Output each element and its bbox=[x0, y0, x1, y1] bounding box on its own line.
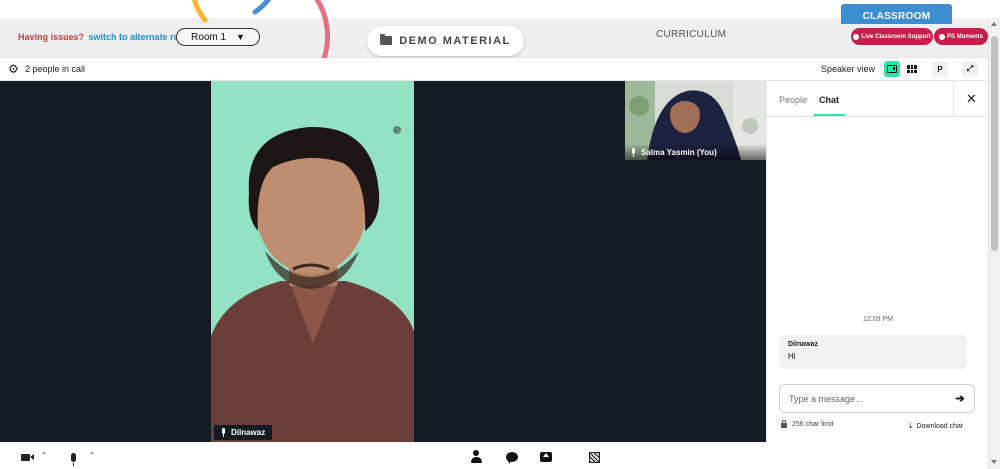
share-screen-button[interactable] bbox=[540, 450, 553, 464]
room-select[interactable]: Room 1 ▼ bbox=[176, 28, 260, 46]
whiteboard-icon bbox=[589, 451, 600, 463]
folder-icon bbox=[380, 33, 393, 45]
chat-panel-tabs: People Chat bbox=[767, 81, 953, 117]
microphone-icon bbox=[71, 452, 76, 466]
chat-toggle-button[interactable] bbox=[506, 450, 519, 464]
main-video-tile[interactable]: Dilnawaz bbox=[211, 81, 414, 442]
top-bar: Having issues? switch to alternate room … bbox=[0, 0, 988, 70]
person-icon bbox=[473, 450, 479, 456]
download-chat-button[interactable]: ⤓ Download chat bbox=[909, 421, 963, 431]
classroom-tab[interactable]: CLASSROOM bbox=[841, 4, 952, 24]
demo-material-button[interactable]: DEMO MATERIAL bbox=[367, 26, 524, 56]
scrollbar-thumb[interactable] bbox=[991, 36, 998, 251]
page-scrollbar[interactable] bbox=[988, 18, 1000, 469]
call-toolbar: ⚙ 2 people in call Speaker view P ⤢ bbox=[0, 58, 988, 81]
microphone-options-chevron-icon[interactable]: ⌄ bbox=[89, 448, 95, 456]
download-icon: ⤓ bbox=[909, 421, 913, 430]
chat-panel: People Chat ✕ 12:09 PM Dilnawaz Hi ➔ 256… bbox=[766, 81, 989, 442]
participants-button[interactable] bbox=[470, 450, 482, 464]
self-video-name-tag: Salma Yasmin (You) bbox=[625, 145, 766, 160]
main-video-name-tag: Dilnawaz bbox=[214, 425, 273, 440]
support-dot-icon bbox=[853, 33, 860, 40]
camera-icon bbox=[21, 453, 30, 461]
connection-issues-notice: Having issues? switch to alternate room bbox=[18, 32, 193, 42]
message-input[interactable] bbox=[779, 384, 975, 413]
room-select-value: Room 1 bbox=[191, 31, 227, 43]
call-controls-bar: ⌄ ⌄ bbox=[0, 442, 988, 469]
speaker-view-icon bbox=[887, 65, 897, 73]
chat-message: Dilnawaz Hi bbox=[779, 335, 967, 369]
chat-message-sender: Dilnawaz bbox=[788, 341, 818, 348]
camera-options-chevron-icon[interactable]: ⌄ bbox=[41, 448, 47, 456]
tab-people[interactable]: People bbox=[779, 95, 807, 105]
support-button-label: Live Classroom Support bbox=[861, 33, 931, 40]
close-icon: ✕ bbox=[966, 90, 977, 106]
caret-down-icon: ▼ bbox=[236, 32, 245, 42]
participant-video-feed bbox=[211, 81, 414, 442]
moments-button-label: PS Moments bbox=[946, 33, 983, 40]
chat-icon bbox=[506, 452, 518, 464]
curriculum-link[interactable]: CURRICULUM bbox=[656, 29, 726, 40]
ps-moments-button[interactable]: PS Moments bbox=[934, 28, 988, 45]
grid-view-icon bbox=[907, 65, 917, 73]
close-chat-button[interactable]: ✕ bbox=[953, 81, 989, 117]
app-window: Having issues? switch to alternate room … bbox=[0, 0, 1000, 469]
tab-chat[interactable]: Chat bbox=[819, 95, 839, 105]
p-button[interactable]: P bbox=[932, 61, 948, 77]
chat-message-text: Hi bbox=[788, 352, 796, 361]
camera-toggle-button[interactable] bbox=[21, 450, 35, 464]
microphone-icon bbox=[630, 148, 636, 157]
scroll-up-arrow-icon[interactable] bbox=[991, 22, 997, 26]
self-participant-name: Salma Yasmin (You) bbox=[641, 148, 717, 157]
share-screen-icon bbox=[540, 452, 552, 462]
download-chat-label: Download chat bbox=[916, 422, 963, 430]
issues-text: Having issues? bbox=[18, 32, 85, 42]
people-count: 2 people in call bbox=[25, 64, 86, 74]
demo-material-label: DEMO MATERIAL bbox=[399, 35, 511, 47]
char-limit-info: 256 char limit bbox=[781, 420, 834, 428]
send-message-button[interactable]: ➔ bbox=[951, 389, 969, 407]
main-participant-name: Dilnawaz bbox=[231, 428, 266, 437]
active-tab-indicator bbox=[814, 114, 845, 116]
microphone-toggle-button[interactable] bbox=[71, 450, 79, 466]
fullscreen-button[interactable]: ⤢ bbox=[962, 61, 978, 77]
gear-icon[interactable]: ⚙ bbox=[8, 63, 19, 75]
self-video-thumbnail[interactable]: Salma Yasmin (You) bbox=[625, 81, 766, 160]
char-limit-text: 256 char limit bbox=[792, 421, 834, 428]
scroll-down-arrow-icon[interactable] bbox=[991, 460, 997, 464]
live-classroom-support-button[interactable]: Live Classroom Support bbox=[851, 28, 933, 45]
lock-icon bbox=[781, 420, 787, 428]
whiteboard-button[interactable] bbox=[589, 450, 601, 464]
chat-timestamp: 12:09 PM bbox=[863, 316, 893, 323]
microphone-icon bbox=[220, 428, 226, 437]
view-mode-label: Speaker view bbox=[821, 64, 876, 74]
speaker-view-button[interactable] bbox=[884, 61, 900, 77]
moments-dot-icon bbox=[938, 33, 945, 40]
video-stage: Dilnawaz Salma Yasmin (You) bbox=[0, 81, 766, 442]
fullscreen-icon: ⤢ bbox=[966, 64, 974, 73]
send-arrow-icon: ➔ bbox=[955, 392, 965, 405]
grid-view-button[interactable] bbox=[904, 61, 920, 77]
